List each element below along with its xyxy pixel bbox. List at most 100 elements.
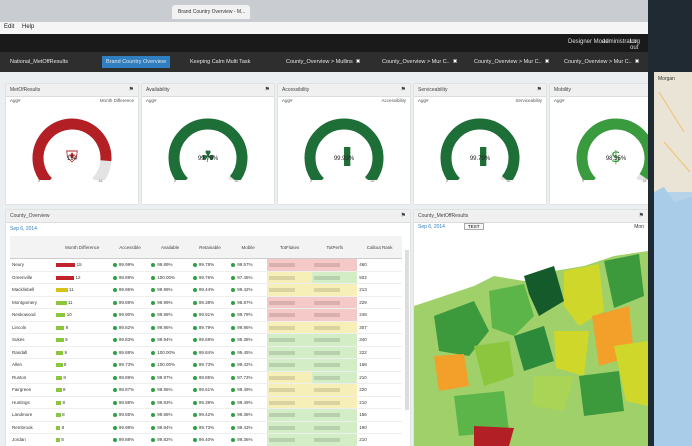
- table-row[interactable]: Greenville 12 99.89% 100.00% 99.76% 97.45% 50…: [10, 271, 402, 284]
- logout-link[interactable]: Log out: [630, 39, 648, 51]
- difference-value: 12: [74, 274, 81, 280]
- dashboard-tab-label: Brand Country Overview: [106, 59, 166, 65]
- difference-value: 8: [62, 374, 66, 380]
- difference-value: 10: [65, 312, 72, 318]
- difference-value: 9: [63, 337, 68, 343]
- pin-icon[interactable]: ⚑: [537, 84, 542, 96]
- background-map-window[interactable]: Morgan: [654, 72, 692, 446]
- status-dot: [151, 425, 156, 430]
- dashboard-tab[interactable]: National_MetOffResults: [6, 56, 72, 68]
- difference-value: 8: [61, 387, 66, 393]
- dashboard-tab-label: County_Overview > Mur C..: [474, 59, 542, 65]
- water-area: [654, 187, 692, 446]
- table-scrollbar[interactable]: [405, 250, 409, 410]
- table-row[interactable]: Rembrook 8 99.98% 99.84% 99.73% 99.43% 190: [10, 421, 402, 434]
- flukes-value: [269, 338, 296, 343]
- callout-rank-cell: 210: [357, 371, 402, 384]
- metric-value: 99.40%: [198, 437, 215, 443]
- map-filter-button[interactable]: TEST: [464, 223, 484, 230]
- metric-cell: 99.97%: [149, 371, 191, 384]
- table-row[interactable]: Montgomery 11 99.89% 99.99% 99.38% 98.87% 229: [10, 296, 402, 309]
- perfs-cell: [312, 271, 358, 284]
- column-header[interactable]: Callout Rank: [357, 236, 402, 259]
- dashboard-tab[interactable]: County_Overview > Mullins ✖: [282, 56, 364, 68]
- menu-help[interactable]: Help: [22, 24, 34, 30]
- table-row[interactable]: Huntings 8 99.88% 99.93% 99.39% 99.49% 210: [10, 396, 402, 409]
- dashboard-tab[interactable]: Brand Country Overview: [102, 56, 170, 68]
- perfs-cell: [312, 433, 358, 446]
- callout-rank-cell: 213: [357, 283, 402, 297]
- kpi-value: 99.79%: [469, 156, 491, 162]
- table-row[interactable]: Sukes 9 99.83% 99.94% 99.59% 99.38% 340: [10, 333, 402, 347]
- table-row[interactable]: Ruston 8 99.89% 99.97% 99.85% 97.73% 210: [10, 371, 402, 384]
- menu-file[interactable]: Edit: [4, 24, 14, 30]
- map-corner-label: Mon: [634, 224, 644, 230]
- metric-value: 99.79%: [198, 324, 215, 330]
- metric-cell: 97.73%: [229, 371, 268, 384]
- status-dot: [151, 263, 156, 268]
- county-overview-date[interactable]: Sep 6, 2014: [6, 223, 410, 235]
- month-difference-cell: 8: [53, 433, 111, 446]
- dashboard-tab[interactable]: Keeping Calm Multi Task: [186, 56, 254, 68]
- dashboard-tab[interactable]: County_Overview > Mur C.. ✖: [378, 56, 461, 68]
- county-name: Fairgreen: [10, 383, 54, 397]
- dashboard-tab[interactable]: County_Overview > Mur C.. ✖: [560, 56, 643, 68]
- kpi-gauge: ▐: [304, 118, 384, 180]
- status-dot: [151, 288, 156, 293]
- metric-cell: 99.45%: [229, 346, 268, 359]
- month-difference-cell: 10: [53, 308, 111, 322]
- pin-icon[interactable]: ⚑: [639, 210, 644, 222]
- callout-rank-cell: 460: [357, 258, 402, 272]
- close-tab-icon[interactable]: ✖: [453, 59, 458, 65]
- pin-icon[interactable]: ⚑: [129, 84, 134, 96]
- table-row[interactable]: Macklinbell 11 99.96% 99.99% 99.44% 99.42% 21…: [10, 283, 402, 297]
- metric-value: 97.45%: [237, 274, 253, 280]
- status-dot: [151, 413, 156, 418]
- column-header[interactable]: Available: [149, 236, 191, 259]
- metric-value: 99.44%: [198, 287, 215, 293]
- kpi-value: 99.79%: [197, 156, 219, 162]
- background-map: [654, 72, 692, 446]
- metric-value: 99.88%: [157, 312, 173, 318]
- table-row[interactable]: Neskowood 10 99.90% 99.88% 99.91% 99.78% 248: [10, 308, 402, 322]
- metric-cell: 99.85%: [110, 408, 150, 422]
- table-row[interactable]: Landmore 8 99.85% 99.88% 99.42% 99.38% 156: [10, 408, 402, 422]
- table-row[interactable]: Jordan 8 99.88% 99.82% 99.40% 99.36% 210: [10, 433, 402, 446]
- perfs-cell: [312, 421, 358, 434]
- column-header[interactable]: Retainable: [190, 236, 230, 259]
- table-row[interactable]: Randall 9 99.88% 100.00% 99.84% 99.45% 222: [10, 346, 402, 359]
- county-map-date[interactable]: Sep 6, 2014: [418, 224, 445, 230]
- perfs-cell: [312, 346, 358, 359]
- metric-cell: 99.42%: [229, 358, 268, 372]
- column-header[interactable]: Mobile: [229, 236, 268, 259]
- table-row[interactable]: Allen 9 99.73% 100.00% 99.73% 99.42% 168: [10, 358, 402, 372]
- metric-cell: 99.99%: [149, 296, 191, 309]
- flukes-value: [269, 288, 296, 293]
- column-header[interactable]: TotFlukes: [267, 236, 313, 259]
- metric-value: 99.83%: [118, 337, 135, 343]
- county-name: Allen: [10, 358, 54, 372]
- pin-icon[interactable]: ⚑: [401, 84, 406, 96]
- browser-tab[interactable]: Brand Country Overview - M...: [172, 5, 250, 19]
- column-header[interactable]: TotPerfs: [312, 236, 358, 259]
- column-header[interactable]: Accessible: [110, 236, 150, 259]
- county-choropleth[interactable]: [414, 236, 648, 446]
- table-row[interactable]: Lincoln 9 99.82% 99.95% 99.79% 99.95% 307: [10, 321, 402, 334]
- pin-icon[interactable]: ⚑: [265, 84, 270, 96]
- metric-cell: 99.82%: [110, 321, 150, 334]
- table-row[interactable]: Neury 15 99.99% 99.89% 99.78% 99.57% 460: [10, 258, 402, 272]
- status-dot: [192, 438, 197, 443]
- column-header[interactable]: Month Difference: [53, 236, 111, 259]
- metric-cell: 99.43%: [229, 421, 268, 434]
- month-difference-cell: 11: [53, 296, 111, 309]
- metric-value: 99.84%: [157, 424, 173, 430]
- table-row[interactable]: Fairgreen 8 99.87% 99.86% 99.61% 99.49% 220: [10, 383, 402, 397]
- dashboard-tab[interactable]: County_Overview > Mur C.. ✖: [470, 56, 553, 68]
- flukes-value: [269, 425, 296, 430]
- metric-value: 99.82%: [157, 437, 173, 443]
- close-tab-icon[interactable]: ✖: [635, 59, 640, 65]
- close-tab-icon[interactable]: ✖: [545, 59, 550, 65]
- pin-icon[interactable]: ⚑: [401, 210, 406, 222]
- metric-cell: 99.93%: [149, 396, 191, 409]
- close-tab-icon[interactable]: ✖: [356, 59, 361, 65]
